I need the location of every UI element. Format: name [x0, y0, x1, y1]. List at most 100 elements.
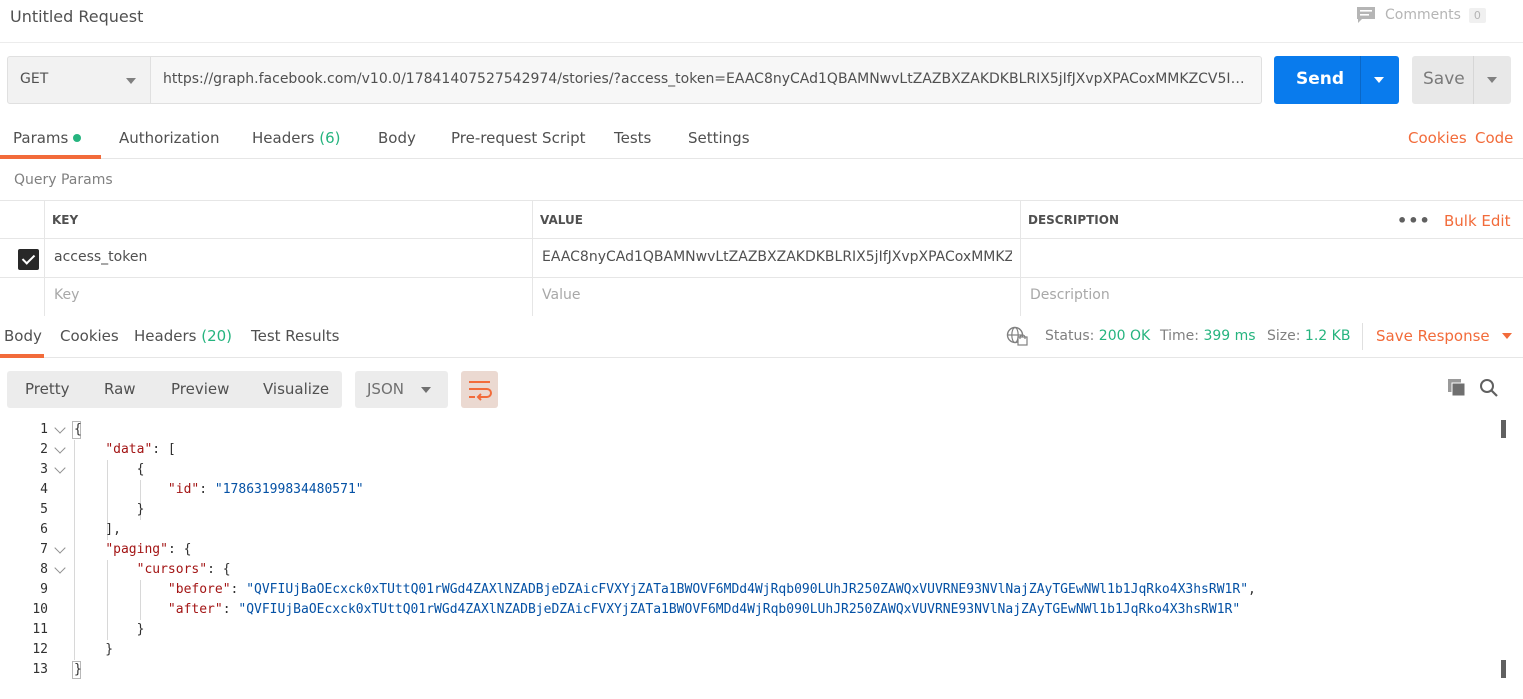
code-link[interactable]: Code: [1475, 129, 1513, 147]
comments-count: 0: [1468, 7, 1486, 23]
time-label: Time:: [1160, 328, 1199, 344]
code-line: }: [74, 642, 114, 657]
query-params-table: KEY VALUE DESCRIPTION ••• Bulk Edit acce…: [0, 200, 1523, 316]
param-enabled-checkbox[interactable]: [18, 249, 39, 270]
json-value: "QVFIUjBaOEcxck0xTUttQ01rWGd4ZAXlNZADBje…: [238, 602, 1241, 617]
json-key: "paging": [105, 542, 168, 557]
cookies-link[interactable]: Cookies: [1408, 129, 1467, 147]
comment-icon: [1357, 7, 1375, 23]
comments-button[interactable]: Comments 0: [1356, 6, 1486, 24]
code-line: "id": "17863199834480571": [167, 482, 364, 497]
save-button[interactable]: Save: [1412, 56, 1511, 104]
response-status: Status: 200 OK: [1045, 328, 1150, 344]
send-divider: [1360, 56, 1361, 104]
view-preview-button[interactable]: Preview: [171, 380, 229, 398]
tab-authorization[interactable]: Authorization: [119, 129, 219, 147]
json-key: "after": [167, 602, 223, 617]
save-divider: [1473, 56, 1474, 104]
tab-tests[interactable]: Tests: [614, 129, 651, 147]
response-view-toggle: Pretty Raw Preview Visualize: [7, 371, 342, 408]
request-tabs: Params Authorization Headers (6) Body Pr…: [0, 118, 1523, 159]
fold-chevron-icon[interactable]: [54, 562, 66, 574]
new-key-input[interactable]: Key: [54, 287, 79, 303]
column-header-value: VALUE: [540, 213, 583, 227]
globe-icon[interactable]: [1006, 326, 1028, 346]
chevron-down-icon: [421, 387, 431, 393]
status-label: Status:: [1045, 328, 1095, 344]
tab-body[interactable]: Body: [378, 129, 416, 147]
active-tab-indicator: [0, 155, 101, 159]
active-response-tab-indicator: [0, 354, 44, 358]
code-line: }: [74, 622, 145, 637]
view-raw-button[interactable]: Raw: [104, 380, 136, 398]
code-line: {: [74, 422, 82, 437]
scrollbar-marker[interactable]: [1501, 660, 1506, 678]
url-input[interactable]: https://graph.facebook.com/v10.0/1784140…: [151, 56, 1262, 104]
fold-chevron-icon[interactable]: [54, 422, 66, 434]
json-value: "17863199834480571": [214, 482, 364, 497]
format-label: JSON: [367, 380, 404, 398]
tab-params[interactable]: Params: [13, 129, 82, 147]
status-divider: [1362, 323, 1363, 350]
line-number: 10: [32, 602, 48, 617]
line-number: 1: [40, 422, 48, 437]
send-button[interactable]: Send: [1274, 56, 1399, 104]
param-key-field[interactable]: access_token: [54, 249, 524, 265]
scrollbar-marker[interactable]: [1501, 420, 1506, 438]
status-value: 200 OK: [1098, 328, 1151, 344]
tab-settings[interactable]: Settings: [688, 129, 750, 147]
code-line: {: [74, 462, 145, 477]
fold-chevron-icon[interactable]: [54, 462, 66, 474]
tab-headers[interactable]: Headers (6): [252, 129, 340, 147]
code-line: "before": "QVFIUjBaOEcxck0xTUttQ01rWGd4Z…: [167, 582, 1256, 597]
bulk-edit-link[interactable]: Bulk Edit: [1444, 212, 1510, 230]
line-number: 11: [32, 622, 48, 637]
response-body-editor[interactable]: 1 2 3 4 5 6 7 8 9 10 11 12 13 { "data": …: [0, 420, 1523, 699]
line-number: 7: [40, 542, 48, 557]
param-value-field[interactable]: EAAC8nyCAd1QBAMNwvLtZAZBXZAKDKBLRIX5jIfJ…: [542, 249, 1012, 265]
response-size: Size: 1.2 KB: [1267, 328, 1350, 344]
json-key: "data": [105, 442, 153, 457]
new-value-input[interactable]: Value: [542, 287, 580, 303]
wrap-lines-button[interactable]: [461, 371, 498, 408]
send-label: Send: [1296, 69, 1345, 89]
line-number: 4: [40, 482, 48, 497]
wrap-lines-icon: [469, 381, 492, 401]
method-select[interactable]: GET: [7, 56, 151, 104]
fold-chevron-icon[interactable]: [54, 442, 66, 454]
tab-test-results[interactable]: Test Results: [251, 327, 339, 345]
line-number: 13: [32, 662, 48, 677]
tab-response-headers[interactable]: Headers (20): [134, 327, 232, 345]
fold-chevron-icon[interactable]: [54, 542, 66, 554]
send-options-chevron-icon[interactable]: [1374, 77, 1384, 83]
format-select[interactable]: JSON: [355, 371, 448, 408]
headers-count: (6): [319, 129, 341, 147]
response-headers-count: (20): [201, 327, 233, 345]
copy-icon[interactable]: [1447, 378, 1467, 398]
tab-prerequest-script[interactable]: Pre-request Script: [451, 129, 586, 147]
json-value: "QVFIUjBaOEcxck0xTUttQ01rWGd4ZAXlNZADBje…: [246, 582, 1249, 597]
view-visualize-button[interactable]: Visualize: [263, 380, 329, 398]
search-icon[interactable]: [1479, 378, 1499, 398]
more-options-icon[interactable]: •••: [1397, 211, 1431, 230]
line-number: 3: [40, 462, 48, 477]
request-title[interactable]: Untitled Request: [10, 7, 143, 26]
code-line: }: [74, 502, 145, 517]
tab-response-cookies[interactable]: Cookies: [60, 327, 119, 345]
column-divider: [1020, 201, 1021, 316]
code-line: "cursors": {: [136, 562, 231, 577]
query-params-heading: Query Params: [14, 172, 113, 188]
column-divider: [44, 201, 45, 316]
tab-response-body[interactable]: Body: [4, 327, 42, 345]
save-options-chevron-icon[interactable]: [1487, 77, 1497, 83]
new-description-input[interactable]: Description: [1030, 287, 1110, 303]
comments-label: Comments: [1385, 7, 1461, 23]
json-key: "before": [167, 582, 231, 597]
size-value: 1.2 KB: [1304, 328, 1351, 344]
tab-params-label: Params: [13, 129, 69, 147]
view-pretty-button[interactable]: Pretty: [25, 380, 70, 398]
code-line: "data": [: [105, 442, 176, 457]
table-row-new: [0, 278, 1523, 316]
save-response-button[interactable]: Save Response: [1376, 327, 1512, 345]
json-key: "cursors": [136, 562, 208, 577]
